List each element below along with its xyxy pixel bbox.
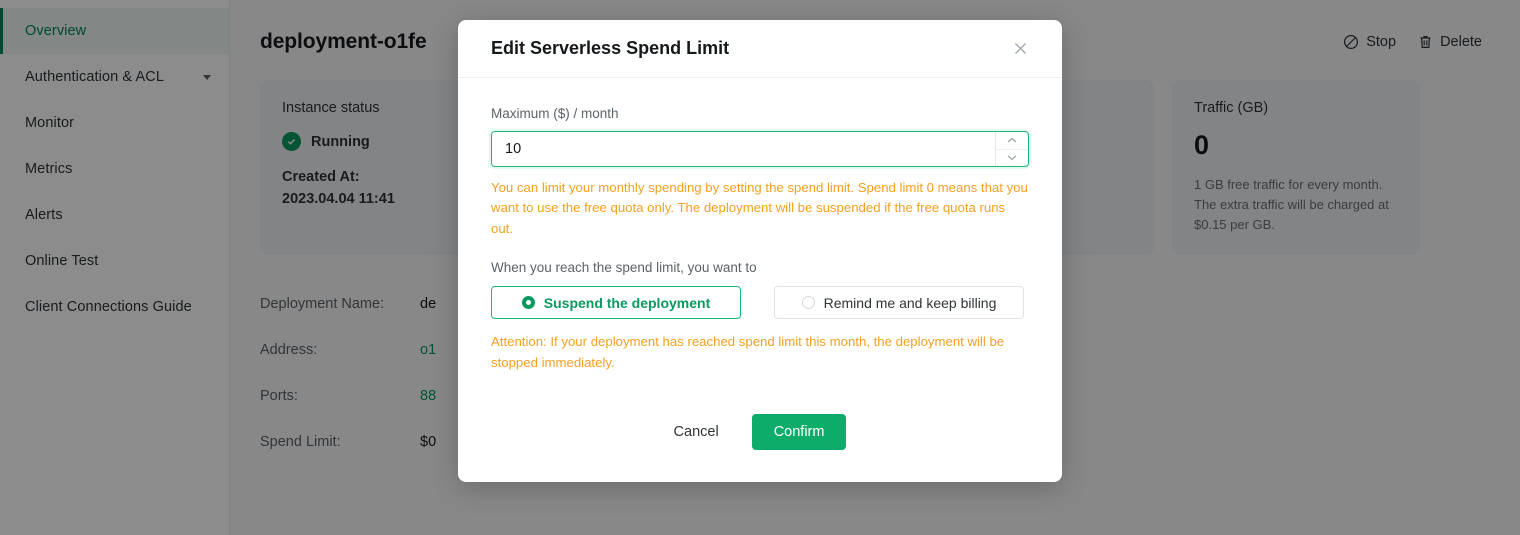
close-icon[interactable] [1010, 39, 1030, 59]
app-root: Overview Authentication & ACL Monitor Me… [0, 0, 1520, 535]
modal-header: Edit Serverless Spend Limit [458, 20, 1062, 78]
option-label: Remind me and keep billing [824, 295, 997, 311]
modal-footer: Cancel Confirm [458, 414, 1062, 482]
limit-action-options: Suspend the deployment Remind me and kee… [491, 286, 1029, 319]
number-stepper [995, 132, 1028, 166]
cancel-button[interactable]: Cancel [674, 424, 719, 440]
radio-selected-icon [522, 296, 535, 309]
attention-note: Attention: If your deployment has reache… [491, 332, 1029, 373]
chevron-down-icon[interactable] [996, 150, 1028, 167]
option-suspend-deployment[interactable]: Suspend the deployment [491, 286, 741, 319]
modal-title: Edit Serverless Spend Limit [491, 38, 729, 59]
spend-limit-input[interactable] [492, 132, 995, 166]
confirm-button[interactable]: Confirm [752, 414, 847, 450]
edit-spend-limit-modal: Edit Serverless Spend Limit Maximum ($) … [458, 20, 1062, 482]
maximum-field-label: Maximum ($) / month [491, 106, 1029, 121]
spend-limit-warning: You can limit your monthly spending by s… [491, 178, 1029, 239]
radio-unselected-icon [802, 296, 815, 309]
spend-limit-input-wrapper [491, 131, 1029, 167]
chevron-up-icon[interactable] [996, 132, 1028, 150]
modal-body: Maximum ($) / month You c [458, 78, 1062, 392]
reach-limit-prompt: When you reach the spend limit, you want… [491, 260, 1029, 275]
option-label: Suspend the deployment [544, 295, 710, 311]
option-remind-keep-billing[interactable]: Remind me and keep billing [774, 286, 1024, 319]
